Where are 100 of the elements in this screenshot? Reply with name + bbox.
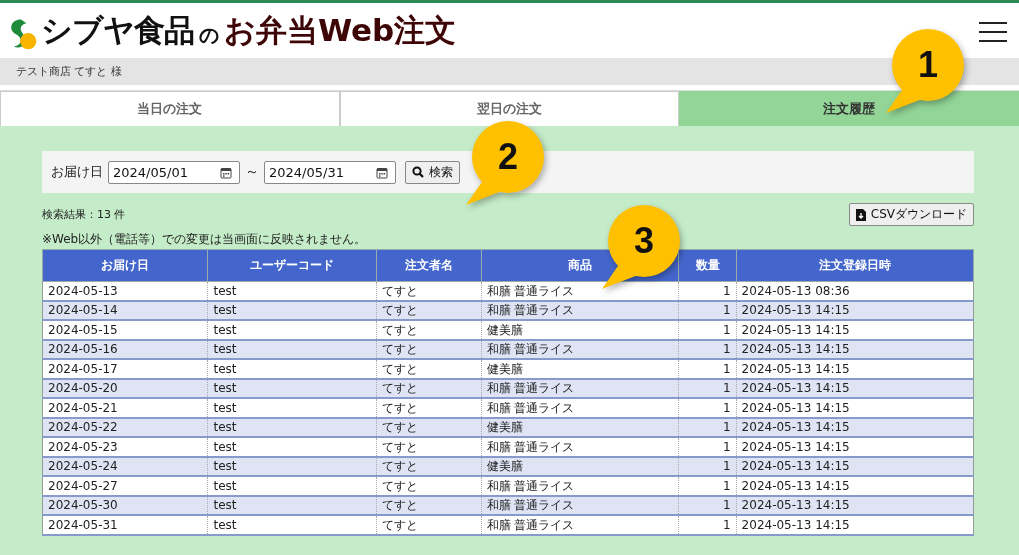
service-title: お弁当Web注文 (224, 10, 457, 50)
table-cell: 1 (678, 300, 737, 320)
date-field[interactable]: 2024/05/01 (108, 160, 240, 184)
table-cell: てすと (376, 378, 482, 398)
table-cell: 健美膳 (481, 417, 679, 437)
table-cell: てすと (376, 515, 482, 535)
csv-download-button[interactable]: CSVダウンロード (848, 203, 974, 226)
search-icon (412, 166, 424, 178)
file-download-icon (855, 208, 866, 221)
tab[interactable]: 注文履歴 (679, 91, 1019, 126)
table-cell: 和膳 普通ライス (481, 378, 679, 398)
table-cell: test (208, 515, 377, 535)
table-cell: 1 (678, 456, 737, 476)
column-header: 注文者名 (376, 249, 482, 282)
table-cell: 1 (678, 378, 737, 398)
table-cell: test (208, 476, 377, 496)
table-cell: 2024-05-22 (42, 417, 208, 437)
table-cell: てすと (376, 359, 482, 379)
table-cell: てすと (376, 281, 482, 301)
user-name: テスト商店 てすと 様 (16, 64, 122, 79)
column-header: 注文登録日時 (736, 249, 974, 282)
table-cell: test (208, 495, 377, 515)
table-cell: 2024-05-23 (42, 437, 208, 457)
search-button[interactable]: 検索 (405, 160, 460, 184)
table-cell: test (208, 398, 377, 418)
menu-icon[interactable] (979, 21, 1007, 42)
table-cell: てすと (376, 300, 482, 320)
table-cell: 2024-05-13 14:15 (736, 339, 974, 359)
table-cell: 2024-05-17 (42, 359, 208, 379)
table-cell: 2024-05-14 (42, 300, 208, 320)
column-header: 数量 (678, 249, 737, 282)
table-cell: 2024-05-13 14:15 (736, 398, 974, 418)
table-cell: test (208, 320, 377, 340)
table-cell: てすと (376, 495, 482, 515)
table-cell: 和膳 普通ライス (481, 437, 679, 457)
table-cell: 和膳 普通ライス (481, 398, 679, 418)
table-cell: 2024-05-13 14:15 (736, 456, 974, 476)
table-cell: test (208, 437, 377, 457)
table-cell: 2024-05-30 (42, 495, 208, 515)
table-cell: test (208, 417, 377, 437)
tab[interactable]: 当日の注文 (0, 91, 340, 126)
table-cell: てすと (376, 437, 482, 457)
table-cell: 2024-05-24 (42, 456, 208, 476)
range-separator: ～ (245, 163, 259, 181)
table-cell: 2024-05-13 14:15 (736, 320, 974, 340)
table-cell: test (208, 359, 377, 379)
calendar-icon[interactable] (220, 166, 232, 179)
column-header: お届け日 (42, 249, 208, 282)
table-cell: 2024-05-16 (42, 339, 208, 359)
table-cell: 1 (678, 417, 737, 437)
table-cell: 1 (678, 359, 737, 379)
notice-text: ※Web以外（電話等）での変更は当画面に反映されません。 (42, 231, 367, 248)
table-cell: 2024-05-13 14:15 (736, 378, 974, 398)
table-cell: 1 (678, 339, 737, 359)
brand-name: シブヤ食品 (41, 10, 194, 50)
table-cell: 和膳 普通ライス (481, 476, 679, 496)
table-cell: 2024-05-20 (42, 378, 208, 398)
table-cell: 1 (678, 476, 737, 496)
table-cell: 2024-05-13 14:15 (736, 515, 974, 535)
table-cell: 2024-05-15 (42, 320, 208, 340)
table-cell: test (208, 339, 377, 359)
table-cell: test (208, 456, 377, 476)
brand-joiner: の (199, 21, 219, 49)
table-cell: 2024-05-13 14:15 (736, 300, 974, 320)
table-cell: てすと (376, 398, 482, 418)
date-field[interactable]: 2024/05/31 (264, 160, 396, 184)
table-cell: 1 (678, 398, 737, 418)
tab[interactable]: 翌日の注文 (339, 91, 680, 126)
table-cell: 和膳 普通ライス (481, 495, 679, 515)
table-cell: test (208, 378, 377, 398)
table-cell: てすと (376, 476, 482, 496)
table-cell: 1 (678, 281, 737, 301)
table-cell: 健美膳 (481, 320, 679, 340)
table-cell: 2024-05-13 14:15 (736, 437, 974, 457)
table-cell: 2024-05-13 14:15 (736, 476, 974, 496)
table-cell: 2024-05-31 (42, 515, 208, 535)
field-label: お届け日 (51, 163, 103, 181)
table-cell: てすと (376, 320, 482, 340)
table-cell: 健美膳 (481, 456, 679, 476)
table-cell: 1 (678, 495, 737, 515)
table-cell: 2024-05-13 14:15 (736, 495, 974, 515)
table-cell: 1 (678, 437, 737, 457)
table-cell: 和膳 普通ライス (481, 515, 679, 535)
result-count: 検索結果：13 件 (42, 207, 126, 222)
table-cell: てすと (376, 339, 482, 359)
column-header: ユーザーコード (208, 249, 377, 282)
table-cell: 和膳 普通ライス (481, 339, 679, 359)
table-cell: 健美膳 (481, 359, 679, 379)
table-cell: 和膳 普通ライス (481, 300, 679, 320)
table-cell: 1 (678, 320, 737, 340)
table-cell: test (208, 300, 377, 320)
table-cell: 2024-05-13 (42, 281, 208, 301)
table-cell: 2024-05-21 (42, 398, 208, 418)
table-cell: 2024-05-13 08:36 (736, 281, 974, 301)
table-cell: 2024-05-27 (42, 476, 208, 496)
table-cell: 2024-05-13 14:15 (736, 359, 974, 379)
table-cell: 1 (678, 515, 737, 535)
calendar-icon[interactable] (376, 166, 388, 179)
table-cell: てすと (376, 456, 482, 476)
table-cell: 2024-05-13 14:15 (736, 417, 974, 437)
